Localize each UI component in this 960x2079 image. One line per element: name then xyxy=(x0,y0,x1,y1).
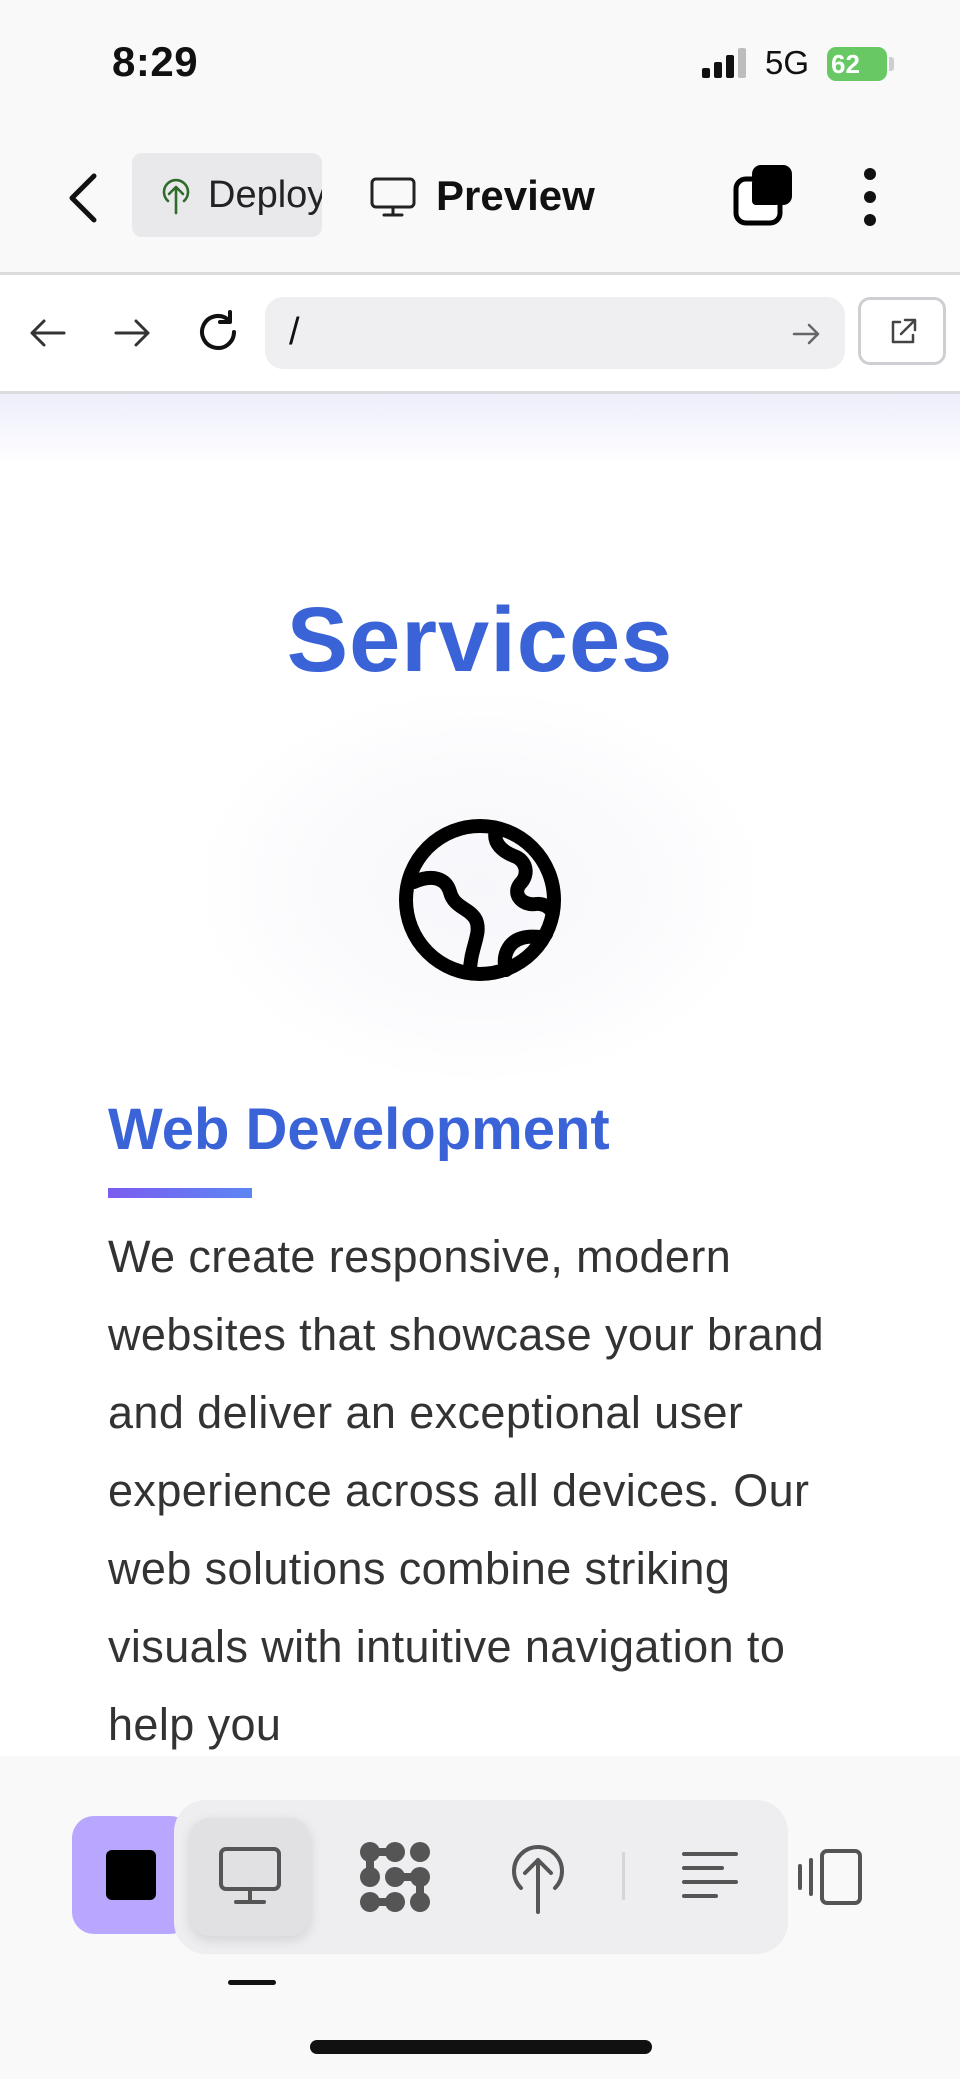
toolbar-divider xyxy=(622,1852,625,1900)
preview-label: Preview xyxy=(436,172,595,219)
battery-indicator: 62 xyxy=(827,47,887,81)
battery-level: 62 xyxy=(831,49,860,79)
deploy-tab[interactable]: Deploy xyxy=(132,153,322,237)
monitor-icon xyxy=(219,1847,281,1904)
home-indicator xyxy=(310,2040,652,2054)
globe-icon xyxy=(399,819,561,981)
align-left-icon[interactable] xyxy=(682,1850,738,1902)
desktop-view-button[interactable] xyxy=(190,1818,310,1936)
page-content: Services Web Development We create respo… xyxy=(0,466,960,1756)
tree-upload-icon[interactable] xyxy=(508,1836,568,1916)
deploy-label: Deploy xyxy=(208,174,322,216)
signal-icon xyxy=(702,48,746,78)
active-tab-indicator xyxy=(228,1980,276,1985)
status-time: 8:29 xyxy=(112,38,199,85)
app-bar: Deploy Preview xyxy=(0,130,960,275)
battery-cap xyxy=(889,57,894,71)
service-description: We create responsive, modern websites th… xyxy=(108,1231,825,1750)
status-bar: 8:29 5G 62 xyxy=(0,0,960,130)
pattern-icon[interactable] xyxy=(358,1840,432,1914)
title-underline xyxy=(108,1188,252,1198)
url-text: / xyxy=(289,311,300,353)
reload-icon[interactable] xyxy=(194,308,242,356)
arrow-left-icon[interactable] xyxy=(28,313,68,353)
device-preview-icon[interactable] xyxy=(794,1848,864,1906)
url-input[interactable]: / xyxy=(265,297,845,369)
network-label: 5G xyxy=(765,44,810,81)
monitor-icon xyxy=(370,177,416,217)
bottom-toolbar xyxy=(0,1756,960,2079)
stop-icon xyxy=(106,1850,156,1900)
external-link-icon xyxy=(891,318,917,344)
service-title: Web Development xyxy=(108,1097,610,1162)
url-bar: / xyxy=(0,275,960,394)
vertical-dots-icon[interactable] xyxy=(862,166,878,228)
open-external-button[interactable] xyxy=(858,297,946,365)
section-title: Services xyxy=(286,589,674,691)
arrow-right-icon[interactable] xyxy=(112,313,152,353)
arrow-right-icon[interactable] xyxy=(791,319,821,349)
stacked-squares-icon[interactable] xyxy=(732,163,796,227)
page-header-band xyxy=(0,394,960,466)
tree-upload-icon xyxy=(162,178,190,215)
chevron-left-icon[interactable] xyxy=(60,170,110,226)
